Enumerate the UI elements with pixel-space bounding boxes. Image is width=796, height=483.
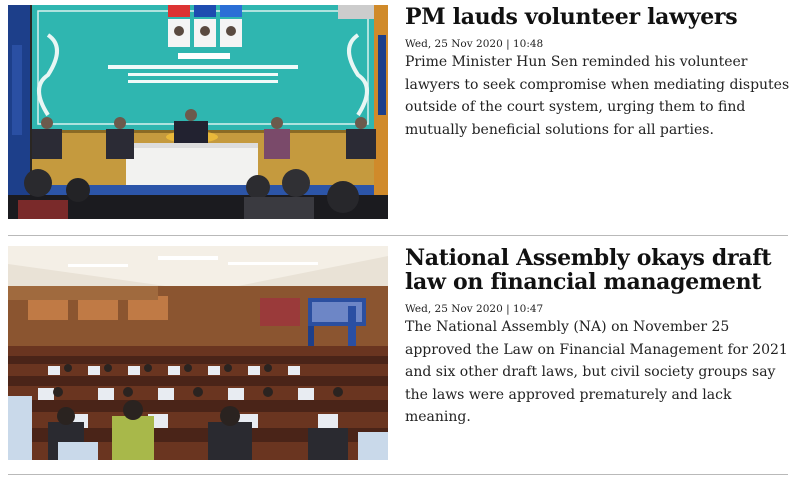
article-card: National Assembly okays draft law on fin… bbox=[8, 246, 788, 460]
article-thumbnail[interactable] bbox=[8, 5, 388, 219]
ceremony-photo-icon bbox=[8, 5, 388, 219]
assembly-hall-photo-icon bbox=[8, 246, 388, 460]
article-summary: The National Assembly (NA) on November 2… bbox=[405, 319, 788, 425]
article-timestamp: Wed, 25 Nov 2020 | 10:48 bbox=[405, 38, 544, 50]
article-summary: Prime Minister Hun Sen reminded his volu… bbox=[405, 54, 790, 138]
divider bbox=[8, 474, 788, 475]
article-card: PM lauds volunteer lawyers Wed, 25 Nov 2… bbox=[8, 5, 791, 219]
article-headline[interactable]: PM lauds volunteer lawyers bbox=[405, 5, 791, 29]
divider bbox=[8, 235, 788, 236]
article-thumbnail[interactable] bbox=[8, 246, 388, 460]
article-text: PM lauds volunteer lawyers Wed, 25 Nov 2… bbox=[405, 5, 791, 141]
article-headline[interactable]: National Assembly okays draft law on fin… bbox=[405, 246, 791, 294]
article-timestamp: Wed, 25 Nov 2020 | 10:47 bbox=[405, 303, 544, 315]
article-text: National Assembly okays draft law on fin… bbox=[405, 246, 791, 429]
